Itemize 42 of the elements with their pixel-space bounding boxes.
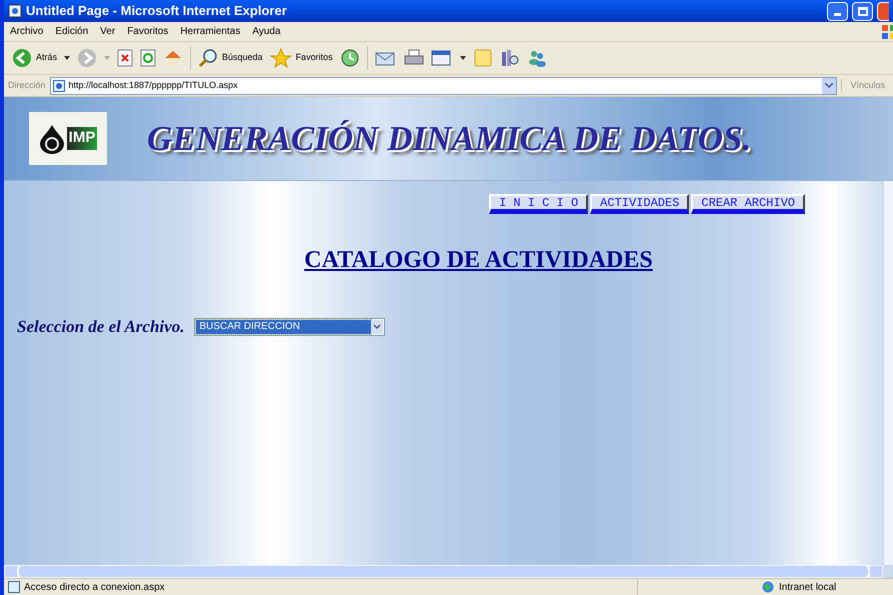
windows-logo-icon bbox=[881, 24, 893, 40]
history-icon[interactable] bbox=[340, 48, 360, 68]
menu-item[interactable]: Ver bbox=[94, 24, 122, 39]
nav-button[interactable]: ACTIVIDADES bbox=[590, 194, 690, 214]
close-button[interactable] bbox=[877, 2, 889, 20]
zone-text: Intranet local bbox=[779, 580, 838, 594]
window-title: Untitled Page - Microsoft Internet Explorer bbox=[26, 2, 287, 20]
address-label: Dirección bbox=[8, 78, 46, 92]
globe-icon bbox=[761, 581, 775, 593]
search-button[interactable]: Búsqueda bbox=[198, 48, 263, 68]
dropdown-arrow-icon[interactable] bbox=[64, 56, 70, 60]
minimize-button[interactable] bbox=[827, 2, 848, 20]
file-select-label: Seleccion de el Archivo. bbox=[17, 316, 184, 338]
file-select[interactable]: BUSCAR DIRECCION bbox=[194, 318, 386, 336]
menu-item[interactable]: Archivo bbox=[4, 24, 50, 39]
stop-icon[interactable] bbox=[117, 49, 134, 67]
menu-item[interactable]: Favoritos bbox=[121, 24, 174, 39]
status-text: Acceso directo a conexion.aspx bbox=[24, 580, 166, 594]
favorites-button[interactable]: Favoritos bbox=[270, 48, 333, 68]
printer-icon[interactable] bbox=[404, 49, 424, 67]
people-icon[interactable] bbox=[526, 48, 547, 68]
menu-item[interactable]: Ayuda bbox=[246, 24, 287, 39]
books-icon[interactable] bbox=[500, 48, 520, 68]
banner-title: GENERACIÓN DINAMICA DE DATOS. bbox=[147, 121, 752, 156]
maximize-button[interactable] bbox=[852, 2, 873, 20]
home-icon[interactable] bbox=[163, 49, 184, 67]
page-icon bbox=[52, 80, 65, 92]
menu-item[interactable]: Herramientas bbox=[174, 24, 246, 39]
page-icon bbox=[8, 4, 22, 18]
nav-button[interactable]: CREAR ARCHIVO bbox=[691, 194, 805, 214]
nav-button[interactable]: I N I C I O bbox=[488, 194, 588, 214]
star-icon bbox=[270, 48, 292, 68]
page-heading: CATALOGO DE ACTIVIDADES bbox=[304, 246, 653, 275]
page-icon bbox=[8, 581, 20, 593]
logo: IMP bbox=[29, 112, 107, 165]
refresh-icon[interactable] bbox=[140, 49, 156, 67]
search-icon bbox=[198, 48, 218, 68]
dropdown-arrow-icon[interactable] bbox=[460, 56, 466, 60]
menu-item[interactable]: Edición bbox=[49, 24, 94, 39]
edit-icon[interactable] bbox=[430, 49, 453, 67]
address-field[interactable]: http://localhost:1887/pppppp/TITULO.aspx bbox=[50, 76, 838, 94]
back-button[interactable]: Atrás bbox=[12, 48, 58, 68]
